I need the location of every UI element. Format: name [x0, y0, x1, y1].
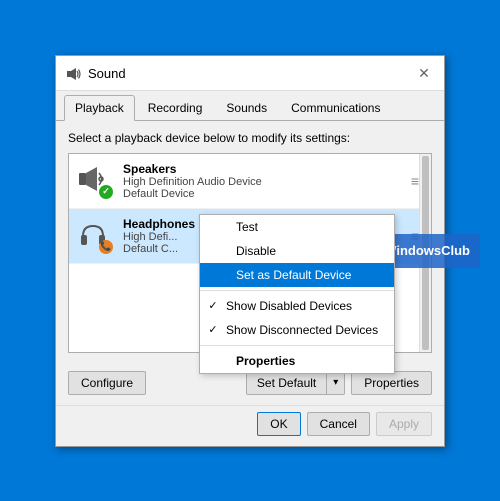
close-button[interactable]: ✕ — [414, 64, 434, 84]
configure-button[interactable]: Configure — [68, 371, 146, 395]
ok-button[interactable]: OK — [257, 412, 300, 436]
set-default-split-button: Set Default ▾ — [246, 371, 345, 395]
bottom-right-buttons: Set Default ▾ Properties — [246, 371, 432, 395]
speaker-sub1: High Definition Audio Device — [123, 176, 397, 188]
speaker-icon-wrap: ✓ — [77, 163, 113, 199]
context-menu: Test Disable Set as Default Device ✓ Sho… — [199, 214, 395, 374]
tab-sounds[interactable]: Sounds — [215, 95, 278, 120]
title-bar-left: Sound — [66, 66, 126, 82]
ctx-set-default[interactable]: Set as Default Device — [200, 263, 394, 287]
title-bar: Sound ✕ — [56, 56, 444, 91]
speakers-item[interactable]: ✓ Speakers High Definition Audio Device … — [69, 154, 431, 209]
sound-icon — [66, 66, 82, 82]
tab-communications[interactable]: Communications — [280, 95, 391, 120]
ctx-show-disconnected[interactable]: ✓ Show Disconnected Devices — [200, 318, 394, 342]
apply-button[interactable]: Apply — [376, 412, 432, 436]
ctx-show-disabled[interactable]: ✓ Show Disabled Devices — [200, 294, 394, 318]
ctx-properties[interactable]: Properties — [200, 349, 394, 373]
sound-dialog: Sound ✕ Playback Recording Sounds Commun… — [55, 55, 445, 447]
headphone-icon-wrap: 📞 — [77, 218, 113, 254]
ctx-test[interactable]: Test — [200, 215, 394, 239]
properties-button[interactable]: Properties — [351, 371, 432, 395]
headphone-status-badge: 📞 — [99, 240, 113, 254]
tab-bar: Playback Recording Sounds Communications — [56, 91, 444, 121]
speaker-name: Speakers — [123, 162, 397, 176]
ctx-sep2 — [200, 345, 394, 346]
bottom-left-buttons: Configure — [68, 371, 146, 395]
tab-recording[interactable]: Recording — [137, 95, 214, 120]
ctx-disable[interactable]: Disable — [200, 239, 394, 263]
cancel-button[interactable]: Cancel — [307, 412, 370, 436]
tab-content: Select a playback device below to modify… — [56, 121, 444, 363]
window-title: Sound — [88, 66, 126, 81]
speaker-info: Speakers High Definition Audio Device De… — [123, 162, 397, 200]
set-default-button[interactable]: Set Default — [247, 372, 327, 394]
speaker-status-badge: ✓ — [99, 185, 113, 199]
device-list: ✓ Speakers High Definition Audio Device … — [68, 153, 432, 353]
set-default-dropdown[interactable]: ▾ — [327, 372, 344, 394]
dialog-buttons: OK Cancel Apply — [56, 405, 444, 446]
speaker-sub2: Default Device — [123, 188, 397, 200]
instruction-text: Select a playback device below to modify… — [68, 131, 432, 145]
ctx-sep1 — [200, 290, 394, 291]
tab-playback[interactable]: Playback — [64, 95, 135, 121]
